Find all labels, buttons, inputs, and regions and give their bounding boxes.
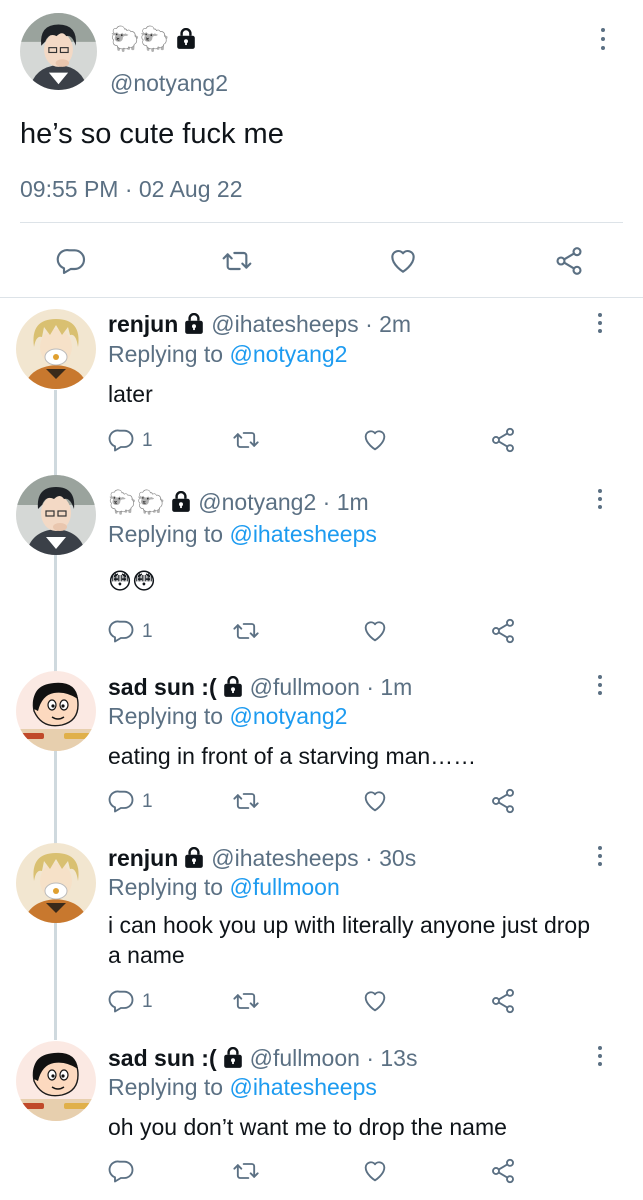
- reply-count: 1: [142, 430, 153, 451]
- anime-boy-avatar-icon: [16, 475, 96, 555]
- lock-icon: [170, 491, 192, 513]
- more-options-icon[interactable]: [590, 673, 610, 701]
- retweet-icon[interactable]: [221, 245, 253, 277]
- reply-handle[interactable]: @notyang2: [198, 489, 316, 516]
- reply-icon[interactable]: [56, 245, 88, 277]
- reply-text: 😳😳: [108, 568, 156, 594]
- anime-boy-avatar-icon: [20, 13, 97, 90]
- lock-icon: [175, 27, 197, 51]
- reply-header: sad sun :( @fullmoon · 1m: [108, 672, 412, 702]
- share-icon[interactable]: [489, 787, 517, 815]
- reply-count: 1: [142, 621, 153, 642]
- cartoon-kid-avatar-icon: [16, 671, 96, 751]
- reply-avatar[interactable]: [16, 843, 96, 923]
- replying-to: Replying to @ihatesheeps: [108, 1074, 377, 1101]
- replying-to-label: Replying to: [108, 874, 224, 900]
- reply-text: later: [108, 381, 153, 407]
- share-icon[interactable]: [489, 617, 517, 645]
- more-options-icon[interactable]: [590, 844, 610, 872]
- reply-avatar[interactable]: [16, 475, 96, 555]
- reply-icon[interactable]: [108, 987, 136, 1015]
- reply-text: i can hook you up with literally anyone …: [108, 912, 591, 968]
- mention-link[interactable]: @notyang2: [229, 341, 347, 367]
- reply-icon[interactable]: [108, 787, 136, 815]
- reply-avatar[interactable]: [16, 309, 96, 389]
- retweet-icon[interactable]: [232, 426, 260, 454]
- reply-icon[interactable]: [108, 617, 136, 645]
- reply-display-name[interactable]: renjun: [108, 845, 178, 872]
- reply-icon[interactable]: [108, 1157, 136, 1185]
- divider: [0, 297, 643, 298]
- reply-time: · 1m: [322, 488, 369, 515]
- reply-display-name[interactable]: 🐑🐑: [108, 489, 165, 516]
- reply-handle[interactable]: @fullmoon: [250, 674, 360, 701]
- lock-icon: [222, 1047, 244, 1069]
- reply-count: 1: [142, 791, 153, 812]
- like-icon[interactable]: [361, 1157, 389, 1185]
- retweet-icon[interactable]: [232, 617, 260, 645]
- reply-time: · 13s: [366, 1044, 418, 1071]
- reply-header: 🐑🐑 @notyang2 · 1m: [108, 487, 369, 517]
- reply-time: · 1m: [366, 673, 413, 700]
- replying-to-label: Replying to: [108, 341, 224, 367]
- reply-text: oh you don’t want me to drop the name: [108, 1114, 507, 1140]
- more-options-icon[interactable]: [590, 1044, 610, 1072]
- masked-blonde-avatar-icon: [16, 843, 96, 923]
- reply-display-name[interactable]: renjun: [108, 311, 178, 338]
- reply-handle[interactable]: @ihatesheeps: [211, 845, 358, 872]
- replying-to: Replying to @notyang2: [108, 703, 347, 730]
- more-options-icon[interactable]: [590, 487, 610, 515]
- lock-icon: [183, 313, 205, 335]
- lock-icon: [222, 676, 244, 698]
- like-icon[interactable]: [387, 245, 419, 277]
- reply-header: sad sun :( @fullmoon · 13s: [108, 1043, 417, 1073]
- more-options-icon[interactable]: [593, 26, 613, 54]
- retweet-icon[interactable]: [232, 987, 260, 1015]
- mention-link[interactable]: @ihatesheeps: [229, 1074, 376, 1100]
- replying-to-label: Replying to: [108, 703, 224, 729]
- reply-display-name[interactable]: sad sun :(: [108, 674, 217, 701]
- reply-handle[interactable]: @fullmoon: [250, 1045, 360, 1072]
- reply-avatar[interactable]: [16, 1041, 96, 1121]
- reply-header: renjun @ihatesheeps · 30s: [108, 843, 416, 873]
- replying-to-label: Replying to: [108, 1074, 224, 1100]
- replying-to: Replying to @notyang2: [108, 341, 347, 368]
- like-icon[interactable]: [361, 987, 389, 1015]
- more-options-icon[interactable]: [590, 311, 610, 339]
- share-icon[interactable]: [489, 1157, 517, 1185]
- share-icon[interactable]: [489, 987, 517, 1015]
- like-icon[interactable]: [361, 617, 389, 645]
- like-icon[interactable]: [361, 426, 389, 454]
- share-icon[interactable]: [553, 245, 585, 277]
- reply-time: · 30s: [365, 844, 417, 871]
- replying-to: Replying to @fullmoon: [108, 874, 340, 901]
- reply-header: renjun @ihatesheeps · 2m: [108, 309, 411, 339]
- reply-time: · 2m: [365, 310, 412, 337]
- lock-icon: [183, 847, 205, 869]
- like-icon[interactable]: [361, 787, 389, 815]
- cartoon-kid-avatar-icon: [16, 1041, 96, 1121]
- replying-to-label: Replying to: [108, 521, 224, 547]
- share-icon[interactable]: [489, 426, 517, 454]
- author-avatar[interactable]: [20, 13, 97, 90]
- divider: [20, 222, 623, 223]
- author-handle[interactable]: @notyang2: [110, 70, 228, 97]
- reply-avatar[interactable]: [16, 671, 96, 751]
- reply-count: 1: [142, 991, 153, 1012]
- author-display-name-text: 🐑🐑: [110, 25, 170, 53]
- retweet-icon[interactable]: [232, 1157, 260, 1185]
- mention-link[interactable]: @ihatesheeps: [229, 521, 376, 547]
- reply-text: eating in front of a starving man……: [108, 743, 477, 769]
- tweet-timestamp[interactable]: 09:55 PM · 02 Aug 22: [20, 176, 243, 203]
- mention-link[interactable]: @fullmoon: [229, 874, 339, 900]
- reply-display-name[interactable]: sad sun :(: [108, 1045, 217, 1072]
- mention-link[interactable]: @notyang2: [229, 703, 347, 729]
- retweet-icon[interactable]: [232, 787, 260, 815]
- tweet-text: he’s so cute fuck me: [20, 118, 284, 150]
- replying-to: Replying to @ihatesheeps: [108, 521, 377, 548]
- reply-handle[interactable]: @ihatesheeps: [211, 311, 358, 338]
- reply-icon[interactable]: [108, 426, 136, 454]
- masked-blonde-avatar-icon: [16, 309, 96, 389]
- author-display-name[interactable]: 🐑🐑: [110, 24, 203, 54]
